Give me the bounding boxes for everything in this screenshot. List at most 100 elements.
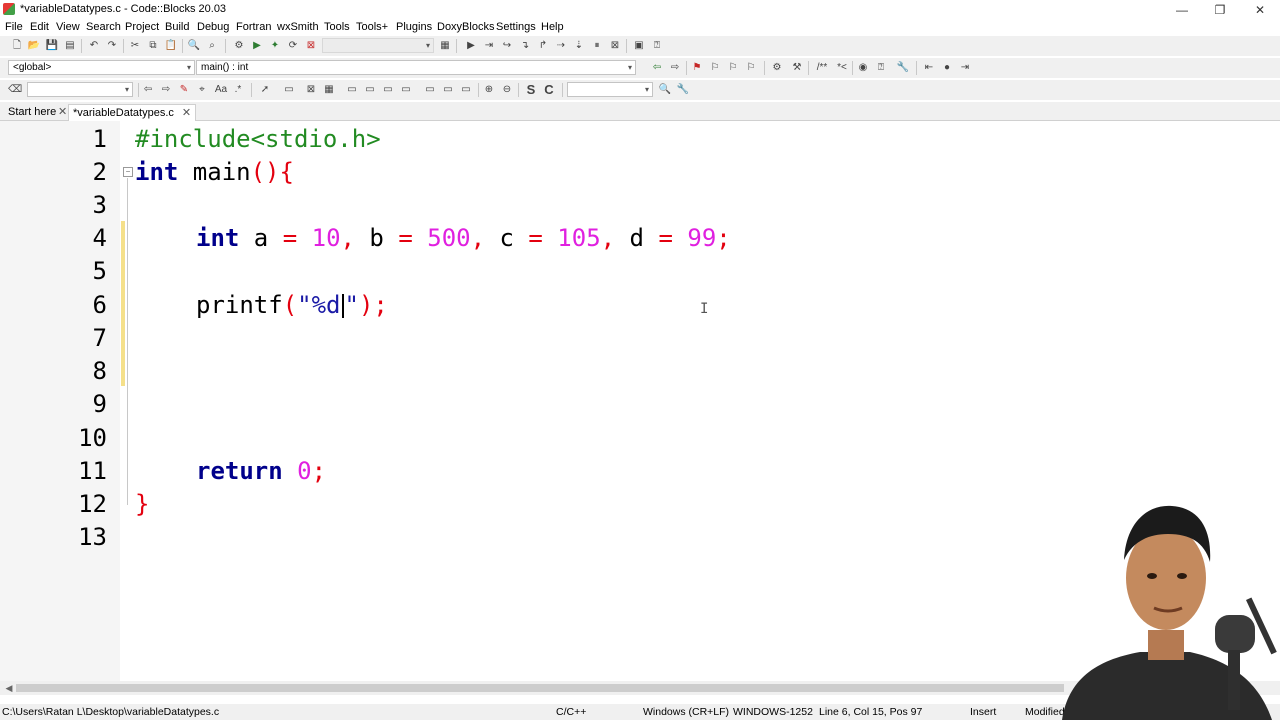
clear-search-icon[interactable]: ⌫ (8, 83, 22, 97)
step-into-icon[interactable]: ↴ (518, 39, 532, 53)
doxyblocks-extract-icon[interactable]: ⚙ (770, 61, 784, 75)
match-case-icon[interactable]: Aa (213, 83, 229, 97)
box-icon[interactable]: ▭ (399, 83, 413, 97)
mouse-ibeam-icon: Ι (700, 301, 709, 317)
step-into-instruction-icon[interactable]: ⇣ (572, 39, 586, 53)
run-icon[interactable]: ▶ (250, 39, 264, 53)
menu-edit[interactable]: Edit (30, 21, 49, 33)
menu-fortran[interactable]: Fortran (236, 21, 271, 33)
menu-debug[interactable]: Debug (197, 21, 229, 33)
bookmark-icon[interactable]: ⚑ (690, 61, 704, 75)
build-target-combo[interactable]: ▾ (322, 38, 434, 53)
doxyblocks-run-icon[interactable]: ⚒ (790, 61, 804, 75)
regex-icon[interactable]: .* (231, 83, 245, 97)
minimize-button[interactable]: — (1162, 0, 1202, 20)
save-icon[interactable]: 💾 (45, 39, 59, 53)
pointer-icon[interactable]: ➚ (258, 83, 272, 97)
find-combo[interactable]: ▾ (567, 82, 653, 97)
box-icon[interactable]: ▭ (423, 83, 437, 97)
doxywizard-icon[interactable]: ◉ (856, 61, 870, 75)
box-icon[interactable]: ▭ (381, 83, 395, 97)
last-icon[interactable]: ⇥ (958, 61, 972, 75)
menu-plugins[interactable]: Plugins (396, 21, 432, 33)
fold-toggle-icon[interactable]: − (123, 167, 133, 177)
menu-wxsmith[interactable]: wxSmith (277, 21, 319, 33)
build-run-icon[interactable]: ✦ (268, 39, 282, 53)
close-tab-icon[interactable]: ✕ (58, 104, 67, 120)
redo-icon[interactable]: ↷ (105, 39, 119, 53)
record-icon[interactable]: ● (940, 61, 954, 75)
stop-debugger-icon[interactable]: ⊠ (608, 39, 622, 53)
box-icon[interactable]: ▭ (345, 83, 359, 97)
save-all-icon[interactable]: ▤ (63, 39, 77, 53)
menu-search[interactable]: Search (86, 21, 121, 33)
clear-bookmarks-icon[interactable]: ⚐ (744, 61, 758, 75)
debug-run-icon[interactable]: ▶ (464, 39, 478, 53)
menu-build[interactable]: Build (165, 21, 189, 33)
search-settings-icon[interactable]: 🔧 (676, 83, 690, 97)
incremental-search-combo[interactable]: ▾ (27, 82, 133, 97)
replace-icon[interactable]: ⌕ (205, 39, 219, 53)
menu-view[interactable]: View (56, 21, 80, 33)
pause-icon[interactable]: ⏸ (590, 39, 604, 53)
first-icon[interactable]: ⇤ (922, 61, 936, 75)
abort-icon[interactable]: ⊠ (304, 39, 318, 53)
cut-icon[interactable]: ✂ (128, 39, 142, 53)
copy-icon[interactable]: ⧉ (146, 39, 160, 53)
run-to-cursor-icon[interactable]: ⇥ (482, 39, 496, 53)
prev-bookmark-icon[interactable]: ⚐ (708, 61, 722, 75)
new-file-icon[interactable]: 🗋 (10, 39, 24, 53)
step-out-icon[interactable]: ↱ (536, 39, 550, 53)
highlight-icon[interactable]: ✎ (177, 83, 191, 97)
tab-active-file[interactable]: *variableDatatypes.c ✕ (68, 104, 197, 121)
line-comment-icon[interactable]: *< (833, 61, 851, 75)
next-instruction-icon[interactable]: ⇢ (554, 39, 568, 53)
paste-icon[interactable]: 📋 (164, 39, 178, 53)
next-line-icon[interactable]: ↪ (500, 39, 514, 53)
menu-file[interactable]: File (5, 21, 23, 33)
menu-tools-plus[interactable]: Tools+ (356, 21, 388, 33)
grid-icon[interactable]: ▦ (322, 83, 336, 97)
function-combo[interactable]: main() : int ▾ (196, 60, 636, 75)
open-icon[interactable]: 📂 (27, 39, 41, 53)
build-icon[interactable]: ⚙ (232, 39, 246, 53)
scope-combo[interactable]: <global> ▾ (8, 60, 195, 75)
box-icon[interactable]: ▭ (459, 83, 473, 97)
rebuild-icon[interactable]: ⟳ (286, 39, 300, 53)
menu-project[interactable]: Project (125, 21, 159, 33)
menu-settings[interactable]: Settings (496, 21, 536, 33)
block-comment-icon[interactable]: /** (813, 61, 831, 75)
next-bookmark-icon[interactable]: ⚐ (726, 61, 740, 75)
jump-forward-icon[interactable]: ⇨ (668, 61, 682, 75)
search-back-icon[interactable]: ⇦ (141, 83, 155, 97)
scrollbar-thumb[interactable] (16, 684, 1064, 692)
search-in-files-icon[interactable]: 🔍 (658, 83, 672, 97)
menu-doxyblocks[interactable]: DoxyBlocks (437, 21, 494, 33)
scroll-left-icon[interactable]: ◀ (2, 681, 16, 695)
preferences-icon[interactable]: 🔧 (896, 61, 910, 75)
zoom-out-icon[interactable]: ⊖ (500, 83, 514, 97)
debugging-windows-icon[interactable]: ▣ (632, 39, 646, 53)
zoom-in-icon[interactable]: ⊕ (482, 83, 496, 97)
select-icon[interactable]: ⊠ (304, 83, 318, 97)
s-icon[interactable]: S (524, 83, 538, 97)
box-icon[interactable]: ▭ (363, 83, 377, 97)
search-forward-icon[interactable]: ⇨ (159, 83, 173, 97)
selected-text-only-icon[interactable]: ⌖ (195, 83, 209, 97)
c-icon[interactable]: C (542, 83, 556, 97)
box-icon[interactable]: ▭ (441, 83, 455, 97)
menu-help[interactable]: Help (541, 21, 564, 33)
find-icon[interactable]: 🔍 (187, 39, 201, 53)
various-info-icon[interactable]: ⍰ (650, 39, 664, 53)
rectangle-icon[interactable]: ▭ (280, 83, 298, 97)
help-icon[interactable]: ⍰ (874, 61, 888, 75)
fold-margin[interactable] (120, 121, 132, 681)
menu-tools[interactable]: Tools (324, 21, 350, 33)
close-window-button[interactable]: ✕ (1240, 0, 1280, 20)
show-select-target-icon[interactable]: ▦ (438, 39, 452, 53)
restore-button[interactable]: ❐ (1200, 0, 1240, 20)
jump-back-icon[interactable]: ⇦ (650, 61, 664, 75)
undo-icon[interactable]: ↶ (87, 39, 101, 53)
tab-start-here[interactable]: Start here (4, 104, 60, 120)
close-tab-icon[interactable]: ✕ (182, 107, 191, 119)
